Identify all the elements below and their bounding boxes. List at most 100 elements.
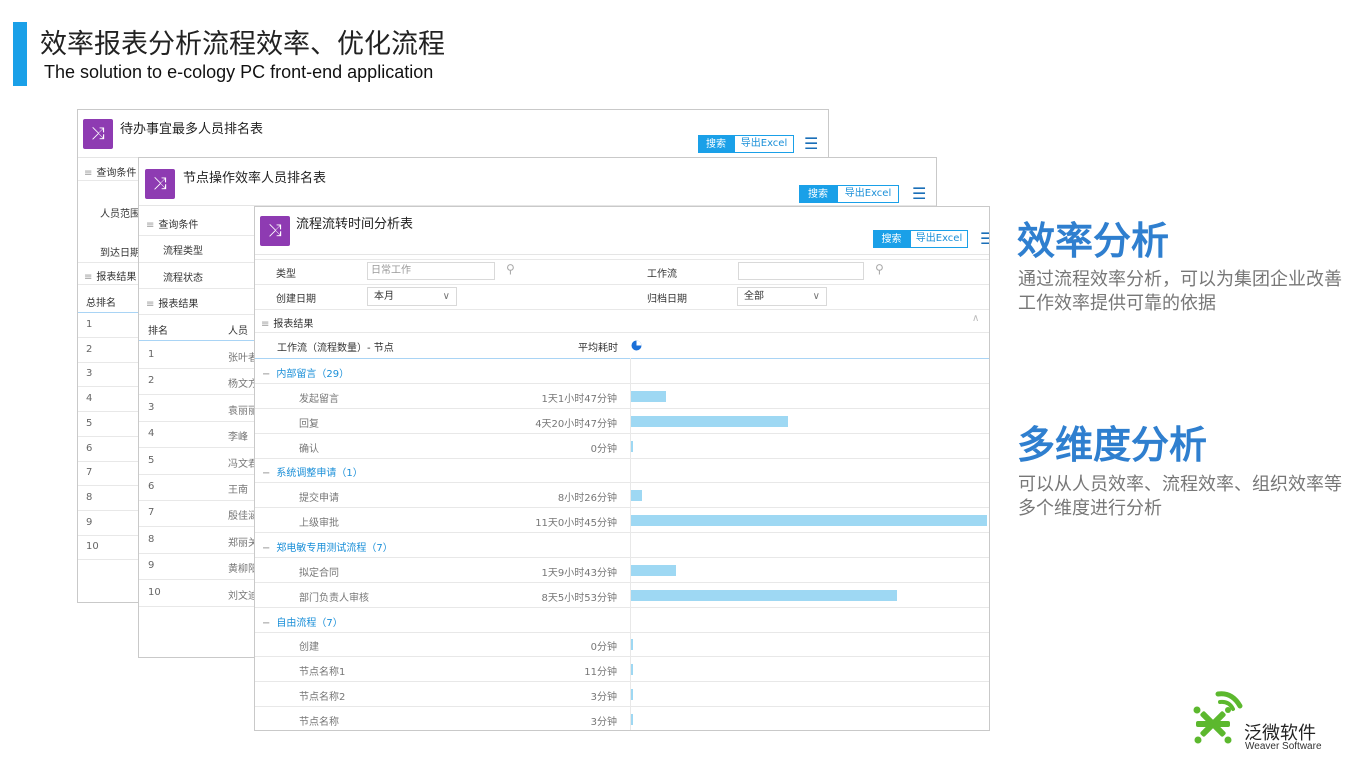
search-icon[interactable]: ⚲: [506, 262, 515, 276]
query-section[interactable]: ≡ 查询条件: [146, 216, 198, 231]
node-name: 发起留言: [299, 393, 339, 405]
node-name: 确认: [299, 443, 319, 455]
person-cell: 李峰: [228, 432, 248, 444]
node-name: 节点名称: [299, 716, 339, 728]
rank-cell: 9: [148, 560, 155, 572]
rank-cell: 7: [148, 507, 155, 519]
collapse-icon[interactable]: −: [262, 369, 270, 380]
node-name: 部门负责人审核: [299, 592, 369, 604]
export-excel-button[interactable]: 导出Excel: [734, 135, 794, 153]
avg-time: 11天0小时45分钟: [535, 518, 617, 530]
rank-cell: 4: [148, 428, 155, 440]
avg-time: 1天9小时43分钟: [541, 567, 617, 579]
person-cell: 王南: [228, 485, 248, 496]
duration-bar: [631, 639, 633, 651]
weaver-logo-icon: [1193, 691, 1243, 744]
col-workflow-header: 工作流（流程数量）- 节点: [277, 343, 394, 354]
duration-bar: [631, 713, 633, 725]
arrive-date-label: 到达日期: [100, 248, 140, 259]
node-name: 创建: [299, 642, 319, 654]
archive-date-select[interactable]: 全部 ∨: [737, 287, 827, 306]
results-section[interactable]: ≡ 报表结果: [84, 268, 136, 283]
col-avg-header: 平均耗时: [578, 343, 618, 354]
rank-cell: 3: [148, 401, 155, 413]
node-name: 回复: [299, 418, 319, 430]
row-divider: [255, 457, 989, 459]
node-name: 提交申请: [299, 493, 339, 505]
workflow-group-toggle[interactable]: − 内部留言（29）: [262, 365, 349, 380]
row-divider: [255, 432, 989, 434]
row-divider: [255, 482, 989, 484]
rank-cell: 1: [86, 319, 93, 330]
search-icon[interactable]: ⚲: [875, 262, 884, 276]
desc-multidim: 可以从人员效率、流程效率、组织效率等多个维度进行分析: [1018, 474, 1342, 519]
shuffle-icon: ⤨: [260, 216, 290, 246]
wf-status-label: 流程状态: [163, 273, 203, 284]
group-label: 内部留言（29）: [276, 369, 350, 380]
avg-time: 3分钟: [590, 716, 617, 728]
query-section[interactable]: ≡ 查询条件: [84, 164, 136, 179]
title-accent-bar: [13, 22, 27, 86]
rank-cell: 10: [148, 586, 161, 598]
create-date-select[interactable]: 本月 ∨: [367, 287, 457, 306]
duration-bar: [631, 440, 633, 452]
duration-bar: [631, 415, 788, 427]
chevron-up-icon[interactable]: ∧: [972, 313, 979, 324]
logo-name-en: Weaver Software: [1245, 741, 1322, 752]
collapse-icon[interactable]: −: [262, 543, 270, 554]
results-section[interactable]: ≡ 报表结果: [261, 315, 313, 330]
avg-time: 11分钟: [584, 667, 617, 679]
panel-title: 流程流转时间分析表: [296, 217, 414, 232]
rank-cell: 3: [86, 368, 93, 380]
list-icon[interactable]: ☰: [980, 231, 989, 247]
duration-bar: [631, 490, 643, 502]
node-name: 上级审批: [299, 518, 339, 530]
workflow-label: 工作流: [647, 269, 677, 280]
collapse-icon[interactable]: −: [262, 618, 270, 629]
search-button[interactable]: 搜索: [873, 230, 910, 248]
rank-cell: 2: [148, 375, 155, 387]
duration-bar: [631, 515, 987, 527]
rank-cell: 5: [148, 454, 155, 466]
search-button[interactable]: 搜索: [799, 185, 837, 203]
node-name: 节点名称2: [299, 692, 346, 704]
duration-bar: [631, 589, 898, 601]
person-header: 人员: [228, 326, 248, 337]
panel-header: ⤨ 节点操作效率人员排名表 搜索 导出Excel ☰: [139, 158, 936, 206]
duration-bar: [631, 390, 666, 402]
duration-bar: [631, 564, 677, 576]
pie-chart-icon[interactable]: [631, 340, 642, 351]
panel-title: 待办事宜最多人员排名表: [120, 122, 264, 137]
panel-flow-time-analysis: ⤨ 流程流转时间分析表 搜索 导出Excel ☰ 类型 日常工作 ⚲ 工作流 ⚲…: [254, 206, 990, 731]
list-icon[interactable]: ☰: [804, 136, 818, 152]
rank-cell: 8: [86, 491, 93, 503]
workflow-group-toggle[interactable]: − 郑电敏专用测试流程（7）: [262, 539, 393, 554]
heading-multidim: 多维度分析: [1017, 423, 1208, 467]
avg-time: 3分钟: [590, 692, 617, 704]
duration-bar: [631, 664, 633, 676]
workflow-group-toggle[interactable]: − 系统调整申请（1）: [262, 464, 363, 479]
collapse-icon[interactable]: −: [262, 468, 270, 479]
slide-subtitle: The solution to e-cology PC front-end ap…: [44, 62, 434, 82]
row-divider: [255, 706, 989, 708]
results-section[interactable]: ≡ 报表结果: [146, 295, 198, 310]
list-icon[interactable]: ☰: [912, 186, 926, 202]
rank-header: 排名: [148, 326, 168, 337]
shuffle-icon: ⤨: [83, 119, 113, 149]
chevron-down-icon: ∨: [442, 291, 450, 302]
workflow-input[interactable]: [738, 262, 864, 280]
panel-header: ⤨ 流程流转时间分析表 搜索 导出Excel ☰: [255, 207, 989, 255]
row-divider: [255, 606, 989, 608]
row-divider: [255, 507, 989, 509]
export-excel-button[interactable]: 导出Excel: [910, 230, 968, 248]
type-input[interactable]: 日常工作: [367, 262, 495, 280]
duration-bar: [631, 689, 633, 701]
rank-cell: 8: [148, 533, 155, 545]
export-excel-button[interactable]: 导出Excel: [837, 185, 899, 203]
slide-title: 效率报表分析流程效率、优化流程: [40, 29, 445, 60]
avg-time: 0分钟: [590, 443, 617, 455]
workflow-group-toggle[interactable]: − 自由流程（7）: [262, 614, 343, 629]
search-button[interactable]: 搜索: [698, 135, 734, 153]
node-name: 节点名称1: [299, 667, 346, 679]
rank-cell: 7: [86, 467, 93, 479]
